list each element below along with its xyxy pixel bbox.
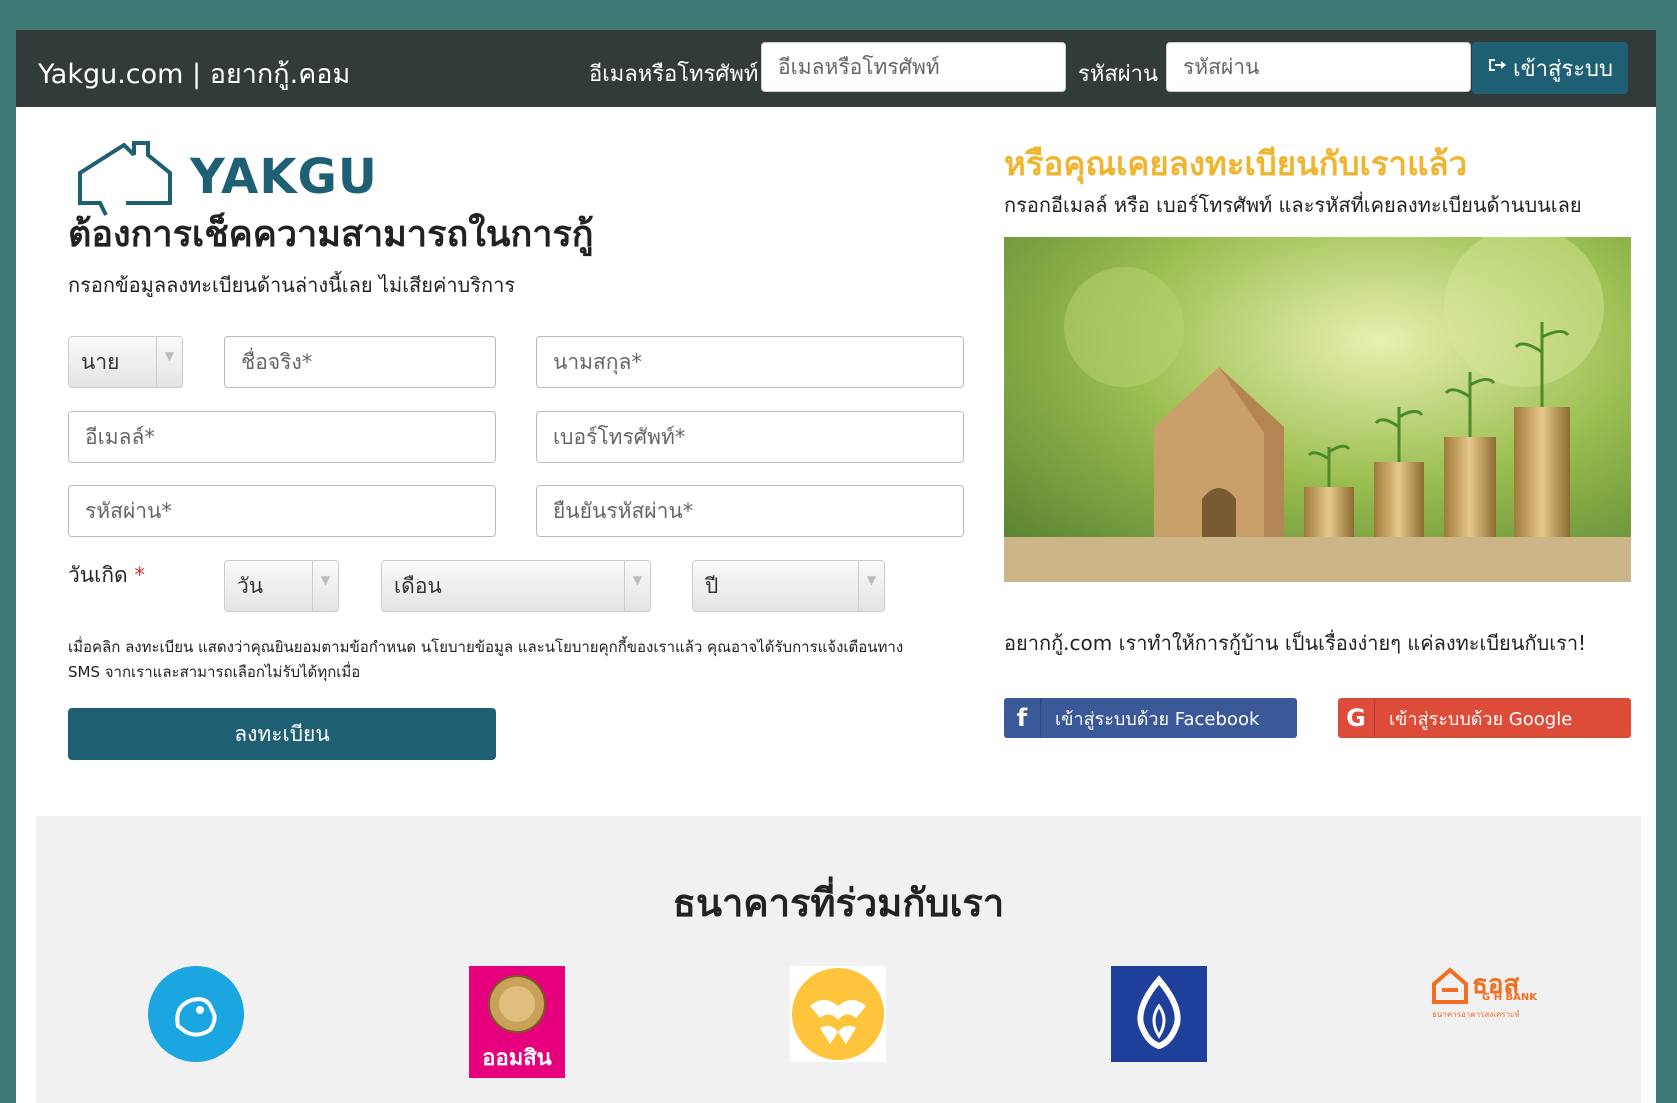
dob-label: วันเกิด *	[68, 559, 145, 592]
ghb-house-icon	[1432, 967, 1468, 1004]
dob-day-value: วัน	[237, 573, 264, 598]
required-marker: *	[134, 563, 145, 587]
register-button[interactable]: ลงทะเบียน	[68, 708, 496, 760]
prefix-select[interactable]: นาย ▼	[68, 336, 183, 388]
partner-banks-title: ธนาคารที่ร่วมกับเรา	[672, 881, 1005, 925]
dob-month-select[interactable]: เดือน ▼	[381, 560, 651, 612]
login-password-input[interactable]	[1166, 42, 1471, 92]
first-name-input[interactable]: ชื่อจริง*	[224, 336, 496, 388]
confirm-password-input[interactable]: ยืนยันรหัสผ่าน*	[536, 485, 964, 537]
main-panel: YAKGU ต้องการเช็คความสามารถในการกู้ กรอก…	[16, 107, 1656, 1103]
email-label: อีเมลหรือโทรศัพท์	[589, 62, 759, 87]
chevron-down-icon: ▼	[858, 561, 884, 611]
dob-year-value: ปี	[705, 573, 719, 598]
login-button[interactable]: เข้าสู่ระบบ	[1472, 42, 1628, 94]
google-login-button[interactable]: G เข้าสู่ระบบด้วย Google	[1338, 698, 1631, 738]
google-icon: G	[1338, 698, 1375, 738]
ghb-bank-logo: ธอส G H BANK ธนาคารอาคารสงเคราะห์	[1432, 966, 1542, 1062]
password-label: รหัสผ่าน	[1078, 62, 1159, 87]
ktb-bank-logo	[148, 966, 244, 1062]
ghb-bank-caption: ธนาคารอาคารสงเคราะห์	[1432, 1010, 1520, 1019]
phone-input[interactable]: เบอร์โทรศัพท์*	[536, 411, 964, 463]
tagline-text: อยากกู้.com เราทำให้การกู้บ้าน เป็นเรื่อ…	[1004, 631, 1587, 655]
hero-image	[1004, 237, 1631, 582]
dob-month-value: เดือน	[394, 573, 442, 598]
facebook-login-label: เข้าสู่ระบบด้วย Facebook	[1055, 708, 1260, 730]
krungsri-bank-logo	[790, 966, 886, 1062]
dob-label-text: วันเกิด	[68, 563, 128, 587]
existing-user-subtitle: กรอกอีเมลล์ หรือ เบอร์โทรศัพท์ และรหัสที…	[1004, 193, 1582, 217]
partner-banks-section: ธนาคารที่ร่วมกับเรา ออมสิน ธอส G H BANK …	[36, 816, 1641, 1103]
bangkok-bank-logo	[1111, 966, 1207, 1062]
chevron-down-icon: ▼	[312, 561, 338, 611]
last-name-input[interactable]: นามสกุล*	[536, 336, 964, 388]
terms-text: เมื่อคลิก ลงทะเบียน แสดงว่าคุณยินยอมตามข…	[68, 638, 904, 681]
facebook-icon: f	[1004, 698, 1041, 738]
gsb-bank-logo: ออมสิน	[469, 966, 565, 1078]
site-brand[interactable]: Yakgu.com | อยากกู้.คอม	[38, 52, 350, 95]
sign-in-icon	[1487, 55, 1507, 81]
email-input[interactable]: อีเมลล์*	[68, 411, 496, 463]
dob-year-select[interactable]: ปี ▼	[692, 560, 885, 612]
password-input[interactable]: รหัสผ่าน*	[68, 485, 496, 537]
google-login-label: เข้าสู่ระบบด้วย Google	[1389, 708, 1573, 730]
gsb-bank-text: ออมสิน	[482, 1046, 552, 1071]
ghb-bank-sub: G H BANK	[1482, 992, 1538, 1003]
prefix-value: นาย	[81, 349, 120, 374]
dob-day-select[interactable]: วัน ▼	[224, 560, 339, 612]
register-subtitle: กรอกข้อมูลลงทะเบียนด้านล่างนี้เลย ไม่เสี…	[68, 273, 516, 297]
chevron-down-icon: ▼	[624, 561, 650, 611]
login-button-label: เข้าสู่ระบบ	[1513, 56, 1613, 82]
register-title: ต้องการเช็คความสามารถในการกู้	[68, 214, 594, 255]
facebook-login-button[interactable]: f เข้าสู่ระบบด้วย Facebook	[1004, 698, 1297, 738]
chevron-down-icon: ▼	[156, 337, 182, 387]
login-email-input[interactable]	[761, 42, 1066, 92]
top-navbar: Yakgu.com | อยากกู้.คอม อีเมลหรือโทรศัพท…	[16, 30, 1656, 107]
existing-user-title: หรือคุณเคยลงทะเบียนกับเราแล้ว	[1004, 144, 1468, 183]
logo-text: YAKGU	[190, 149, 378, 205]
